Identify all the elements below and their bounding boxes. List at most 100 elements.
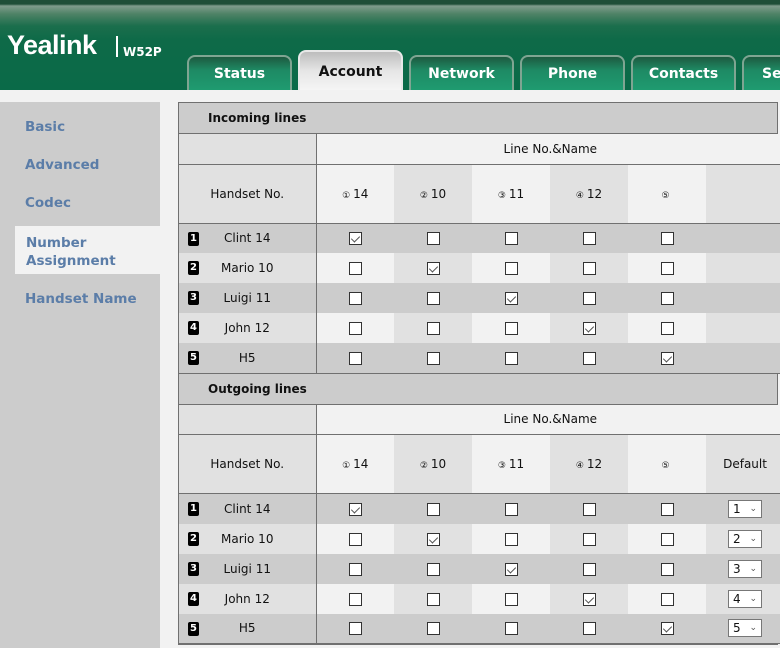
line-checkbox[interactable] [426, 292, 440, 305]
handset-row: 1 Clint 14 [179, 223, 780, 253]
line-checkbox[interactable] [660, 592, 674, 606]
line-checkbox[interactable] [582, 262, 596, 275]
logo-divider [116, 36, 118, 57]
line-checkbox[interactable] [504, 592, 518, 606]
line-checkbox[interactable] [504, 292, 518, 305]
chevron-down-icon: ⌄ [749, 533, 758, 544]
default-line-select[interactable]: 1 ⌄ [728, 499, 763, 518]
line-checkbox[interactable] [426, 262, 440, 275]
line-checkbox[interactable] [582, 592, 596, 606]
line-checkbox[interactable] [504, 351, 518, 365]
handset-name: John 12 [224, 591, 270, 606]
tab-security[interactable]: Se [742, 55, 780, 90]
line-checkbox[interactable] [660, 262, 674, 275]
header: Yealink W52P Status Account Network Phon… [0, 0, 780, 90]
line-checkbox[interactable] [660, 502, 674, 516]
default-line-select[interactable]: 3 ⌄ [728, 559, 763, 578]
handset-row: 2 Mario 10 [179, 253, 780, 283]
line-checkbox[interactable] [504, 532, 518, 546]
line-checkbox[interactable] [426, 532, 440, 546]
line-checkbox[interactable] [426, 622, 440, 636]
number-assignment-panel: Incoming lines Line No.&Name Handset No. ① 1… [178, 102, 780, 645]
line-checkbox[interactable] [660, 292, 674, 305]
sidebar-item-handset-name[interactable]: Handset Name [25, 291, 137, 307]
tab-phone[interactable]: Phone [520, 55, 625, 90]
line-checkbox[interactable] [582, 562, 596, 576]
incoming-table: Line No.&Name Handset No. ① 14 ② 10 ③ 11 ④ 12 ⑤ 1 Cl… [179, 134, 780, 374]
sidebar-item-codec[interactable]: Codec [25, 195, 71, 211]
chevron-down-icon: ⌄ [749, 563, 758, 574]
line-checkbox[interactable] [660, 562, 674, 576]
line-number-icon: ① [342, 461, 351, 471]
line-checkbox[interactable] [582, 232, 596, 246]
handset-row: 5 H5 [179, 343, 780, 374]
line-checkbox[interactable] [504, 262, 518, 275]
handset-number-icon: 1 [188, 231, 199, 246]
line-checkbox[interactable] [348, 592, 362, 606]
handset-name: Luigi 11 [223, 291, 271, 305]
line-checkbox[interactable] [348, 622, 362, 636]
line-checkbox[interactable] [348, 232, 362, 246]
handset-number-icon: 3 [188, 291, 199, 305]
sidebar-item-advanced[interactable]: Advanced [25, 157, 99, 173]
line-checkbox[interactable] [504, 322, 518, 335]
line-checkbox[interactable] [582, 532, 596, 546]
line-checkbox[interactable] [504, 502, 518, 516]
line-checkbox[interactable] [660, 351, 674, 365]
line-column-header: ② 10 [394, 164, 472, 224]
line-checkbox[interactable] [426, 562, 440, 576]
outgoing-table: Line No.&Name Handset No. ① 14 ② 10 ③ 11 ④ 12 ⑤ Def… [179, 404, 780, 644]
line-checkbox[interactable] [348, 502, 362, 516]
sidebar-item-basic[interactable]: Basic [25, 119, 65, 135]
default-column-header: Default [706, 434, 780, 494]
handset-row: 3 Luigi 11 3 ⌄ [179, 553, 780, 584]
line-checkbox[interactable] [660, 622, 674, 636]
line-checkbox[interactable] [348, 292, 362, 305]
tab-account[interactable]: Account [298, 50, 403, 90]
line-name: 11 [508, 186, 525, 201]
line-number-icon: ⑤ [661, 190, 670, 201]
line-checkbox[interactable] [348, 562, 362, 576]
line-column-header: ④ 12 [550, 434, 628, 494]
line-checkbox[interactable] [660, 322, 674, 335]
line-checkbox[interactable] [426, 502, 440, 516]
line-checkbox[interactable] [504, 622, 518, 636]
incoming-lines-section: Incoming lines Line No.&Name Handset No. ① 1… [179, 103, 780, 374]
tab-contacts[interactable]: Contacts [631, 55, 736, 90]
handset-name: Mario 10 [221, 531, 274, 546]
line-checkbox[interactable] [348, 322, 362, 335]
line-checkbox[interactable] [582, 622, 596, 636]
line-checkbox[interactable] [504, 232, 518, 246]
line-checkbox[interactable] [660, 232, 674, 246]
line-checkbox[interactable] [426, 322, 440, 335]
line-checkbox[interactable] [426, 592, 440, 606]
line-checkbox[interactable] [426, 351, 440, 365]
default-line-select[interactable]: 2 ⌄ [728, 529, 763, 548]
default-line-value: 2 [733, 531, 741, 546]
handset-name: John 12 [224, 321, 270, 335]
sidebar: Basic Advanced Codec Number Assignment H… [0, 102, 168, 648]
line-number-icon: ⑤ [661, 461, 670, 471]
line-checkbox[interactable] [348, 532, 362, 546]
tab-network[interactable]: Network [409, 55, 514, 90]
line-checkbox[interactable] [660, 532, 674, 546]
handset-number-icon: 4 [188, 321, 199, 335]
line-checkbox[interactable] [582, 322, 596, 335]
line-checkbox[interactable] [348, 351, 362, 365]
line-checkbox[interactable] [582, 502, 596, 516]
default-line-select[interactable]: 4 ⌄ [728, 589, 763, 608]
line-checkbox[interactable] [348, 262, 362, 275]
sidebar-item-number-assignment[interactable]: Number Assignment [15, 226, 168, 274]
line-column-header: ① 14 [316, 434, 394, 494]
line-number-icon: ② [419, 190, 428, 201]
line-name-header: Line No.&Name [316, 404, 780, 435]
line-checkbox[interactable] [582, 292, 596, 305]
chevron-down-icon: ⌄ [749, 623, 758, 634]
model-label: W52P [123, 45, 162, 59]
line-checkbox[interactable] [582, 351, 596, 365]
chevron-down-icon: ⌄ [749, 503, 758, 514]
default-line-select[interactable]: 5 ⌄ [728, 619, 763, 638]
line-checkbox[interactable] [426, 232, 440, 246]
tab-status[interactable]: Status [187, 55, 292, 90]
line-checkbox[interactable] [504, 562, 518, 576]
